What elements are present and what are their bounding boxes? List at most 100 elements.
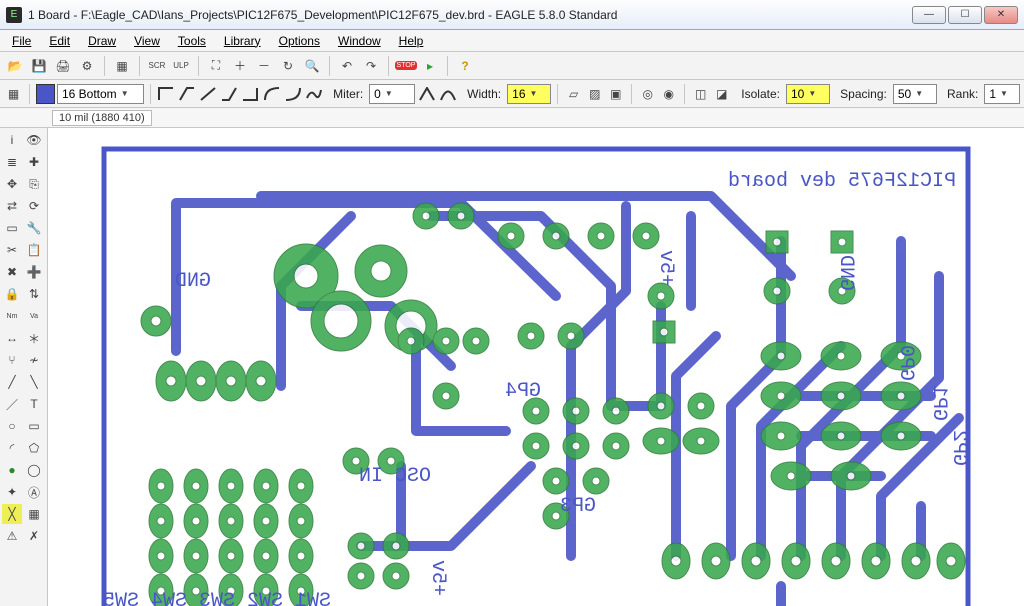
split-tool[interactable]: ⑂: [2, 350, 22, 370]
paste-tool[interactable]: 📋: [24, 240, 44, 260]
show-tool[interactable]: 👁: [24, 130, 44, 150]
minimize-button[interactable]: —: [912, 6, 946, 24]
lock-tool[interactable]: 🔒: [2, 284, 22, 304]
board-canvas[interactable]: PIC12F675 dev board GND OSC IN SW1 SW2 S…: [48, 128, 1024, 606]
isolate-value: 10: [791, 87, 804, 101]
change-tool[interactable]: 🔧: [24, 218, 44, 238]
bend-style-arc2[interactable]: [283, 85, 302, 103]
copy-tool[interactable]: ⎘: [24, 174, 44, 194]
close-button[interactable]: ✕: [984, 6, 1018, 24]
auto-tool[interactable]: ▦: [24, 504, 44, 524]
stop-button[interactable]: STOP: [395, 55, 417, 77]
silk-gnd2: GND: [834, 255, 857, 291]
ripup-tool[interactable]: ╲: [24, 372, 44, 392]
zoom-fit-button[interactable]: ⛶: [205, 55, 227, 77]
errors-tool[interactable]: ✗: [24, 526, 44, 546]
cam-button[interactable]: ⚙: [76, 55, 98, 77]
mirror-tool[interactable]: ⇄: [2, 196, 22, 216]
menu-library[interactable]: Library: [216, 32, 269, 50]
value-tool[interactable]: Va: [24, 306, 44, 326]
via-tool[interactable]: ●: [2, 460, 22, 480]
info-tool[interactable]: i: [2, 130, 22, 150]
move-tool[interactable]: ✥: [2, 174, 22, 194]
route-tool[interactable]: ╱: [2, 372, 22, 392]
rank-select[interactable]: 1 ▼: [984, 84, 1020, 104]
zoom-out-button[interactable]: －: [253, 55, 275, 77]
optimize-tool[interactable]: ≁: [24, 350, 44, 370]
go-button[interactable]: ▸: [419, 55, 441, 77]
thermals-button-1[interactable]: ◎: [638, 83, 657, 105]
isolate-select[interactable]: 10 ▼: [786, 84, 830, 104]
print-button[interactable]: 🖨: [52, 55, 74, 77]
replace-tool[interactable]: ↔: [2, 328, 22, 348]
bend-style-5[interactable]: [241, 85, 260, 103]
polygon-tool[interactable]: ⬠: [24, 438, 44, 458]
layer-select[interactable]: 16 Bottom ▼: [57, 84, 144, 104]
grid-button[interactable]: ▦: [4, 83, 23, 105]
orphans-button-2[interactable]: ◪: [712, 83, 731, 105]
menu-window[interactable]: Window: [330, 32, 389, 50]
circle-tool[interactable]: ○: [2, 416, 22, 436]
separator: [150, 84, 151, 104]
save-button[interactable]: 💾: [28, 55, 50, 77]
help-button[interactable]: ?: [454, 55, 476, 77]
open-button[interactable]: 📂: [4, 55, 26, 77]
name-tool[interactable]: Nm: [2, 306, 22, 326]
menu-options[interactable]: Options: [271, 32, 328, 50]
zoom-redraw-button[interactable]: ↻: [277, 55, 299, 77]
orphans-button-1[interactable]: ◫: [691, 83, 710, 105]
mark-tool[interactable]: ✚: [24, 152, 44, 172]
miter-select[interactable]: 0 ▼: [369, 84, 415, 104]
board-schematic-button[interactable]: ▦: [111, 55, 133, 77]
menu-tools[interactable]: Tools: [170, 32, 214, 50]
separator: [631, 84, 632, 104]
poly-outline-button[interactable]: ▱: [564, 83, 583, 105]
poly-cutout-button[interactable]: ▣: [606, 83, 625, 105]
group-tool[interactable]: ▭: [2, 218, 22, 238]
add-tool[interactable]: ➕: [24, 262, 44, 282]
width-select[interactable]: 16 ▼: [507, 84, 551, 104]
thermals-button-2[interactable]: ◉: [659, 83, 678, 105]
signal-tool[interactable]: ✦: [2, 482, 22, 502]
rotate-tool[interactable]: ⟳: [24, 196, 44, 216]
zoom-in-button[interactable]: ＋: [229, 55, 251, 77]
menu-file[interactable]: File: [4, 32, 39, 50]
bend-style-4[interactable]: [220, 85, 239, 103]
menu-view[interactable]: View: [126, 32, 168, 50]
pinswap-tool[interactable]: ⇅: [24, 284, 44, 304]
arc-tool[interactable]: ◜: [2, 438, 22, 458]
redo-button[interactable]: ↷: [360, 55, 382, 77]
attribute-tool[interactable]: Ⓐ: [24, 482, 44, 502]
text-tool[interactable]: T: [24, 394, 44, 414]
bend-style-3[interactable]: [199, 85, 218, 103]
script-button[interactable]: SCR: [146, 55, 168, 77]
bend-style-1[interactable]: [157, 85, 176, 103]
undo-button[interactable]: ↶: [336, 55, 358, 77]
menu-help[interactable]: Help: [391, 32, 432, 50]
wire-tool[interactable]: ／: [2, 394, 22, 414]
titlebar: E 1 Board - F:\Eagle_CAD\Ians_Projects\P…: [0, 0, 1024, 30]
bend-style-2[interactable]: [178, 85, 197, 103]
layer-color-swatch[interactable]: [36, 84, 55, 104]
menu-draw[interactable]: Draw: [80, 32, 124, 50]
layers-tool[interactable]: ≣: [2, 152, 22, 172]
menu-edit[interactable]: Edit: [41, 32, 78, 50]
zoom-select-button[interactable]: 🔍: [301, 55, 323, 77]
delete-tool[interactable]: ✖: [2, 262, 22, 282]
bend-style-arc1[interactable]: [262, 85, 281, 103]
bend-style-free[interactable]: [304, 85, 323, 103]
hole-tool[interactable]: ◯: [24, 460, 44, 480]
toolbar-params: ▦ 16 Bottom ▼ Miter: 0 ▼ Width: 16 ▼ ▱ ▨…: [0, 80, 1024, 108]
separator: [139, 56, 140, 76]
rect-tool[interactable]: ▭: [24, 416, 44, 436]
spacing-select[interactable]: 50 ▼: [893, 84, 937, 104]
miter-style-2[interactable]: [438, 85, 457, 103]
ulp-button[interactable]: ULP: [170, 55, 192, 77]
cut-tool[interactable]: ✂: [2, 240, 22, 260]
maximize-button[interactable]: ☐: [948, 6, 982, 24]
ratsnest-tool[interactable]: ╳: [2, 504, 22, 524]
miter-style-1[interactable]: [417, 85, 436, 103]
smash-tool[interactable]: ＊: [24, 328, 44, 348]
drc-tool[interactable]: ⚠: [2, 526, 22, 546]
poly-hatch-button[interactable]: ▨: [585, 83, 604, 105]
